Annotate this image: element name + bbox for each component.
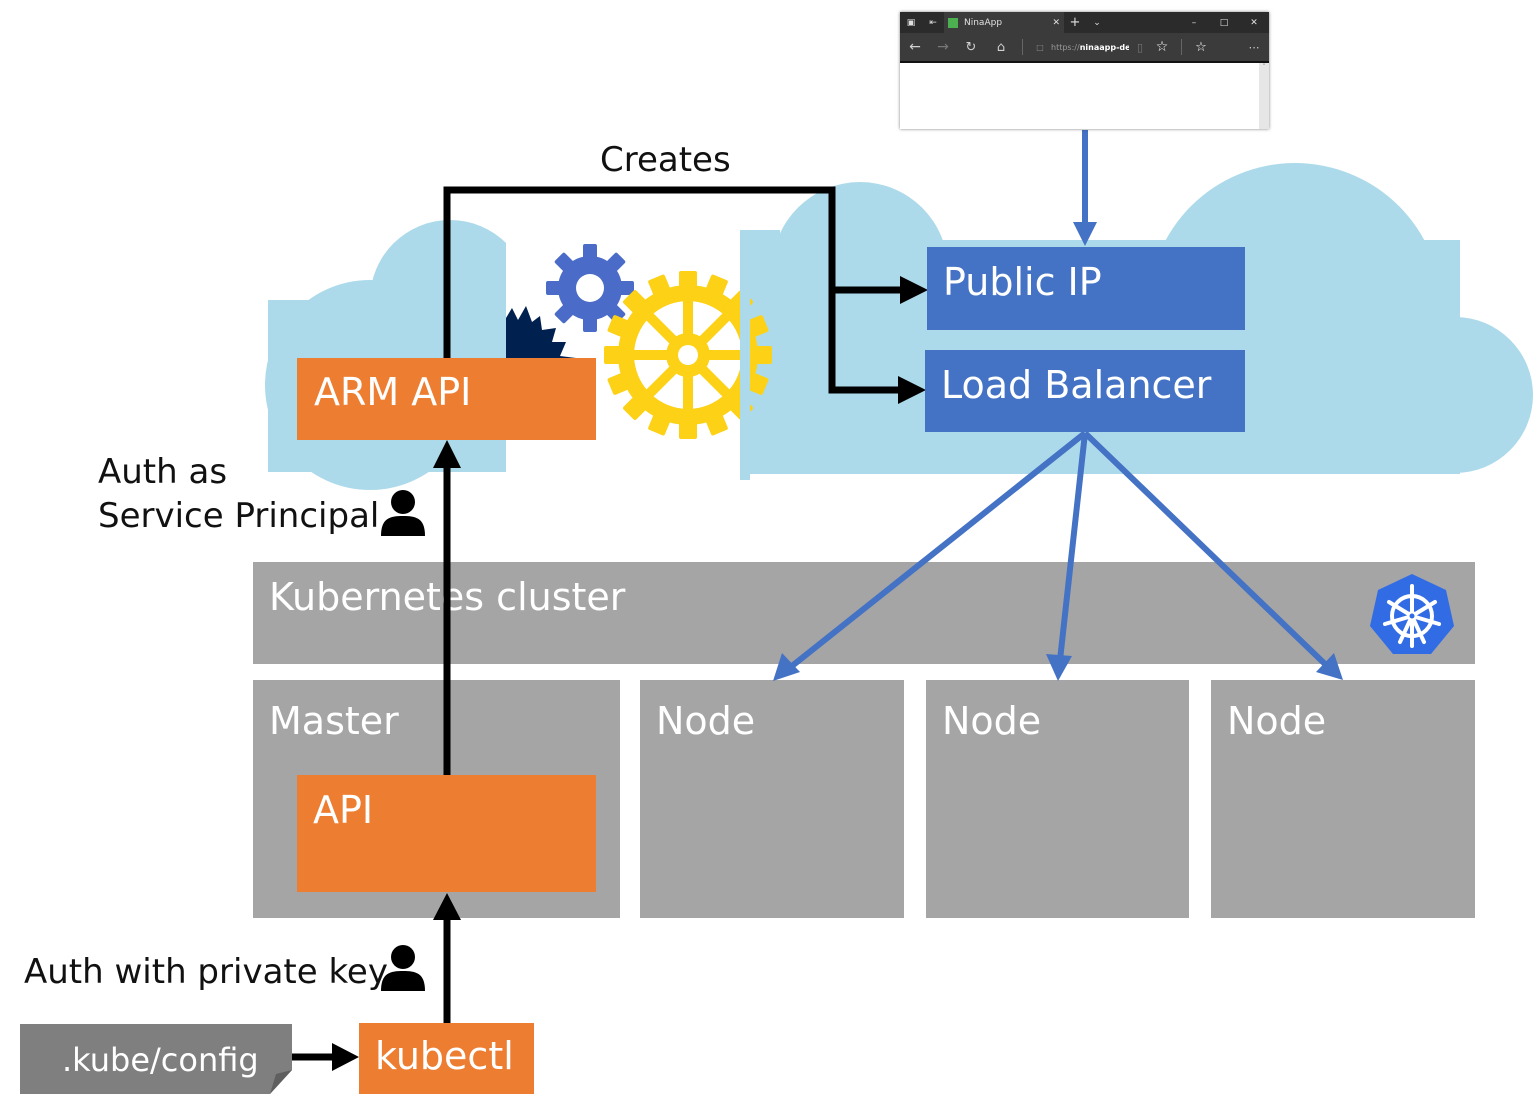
home-icon[interactable]: ⌂ [986,40,1016,55]
lock-icon: □ [1036,42,1044,52]
arm-api-box: ARM API [297,358,596,440]
kubernetes-cluster-label: Kubernetes cluster [269,575,626,619]
user-icon-private-key [381,945,425,991]
more-icon[interactable]: ⋯ [1239,41,1269,54]
tab-list-icon[interactable]: ⌄ [1086,18,1108,28]
url-host: ninaapp-dev [1079,42,1129,52]
browser-content [900,63,1259,129]
favorite-star-icon[interactable]: ☆ [1151,39,1173,55]
auth-private-key-label: Auth with private key [24,952,388,992]
arm-api-label: ARM API [314,370,472,414]
browser-window: ▣ ⇤ NinaApp ✕ + ⌄ – □ ✕ ← → ↻ ⌂ □ https:… [900,12,1269,129]
new-tab-icon[interactable]: + [1064,15,1086,30]
node-box: Node [1211,680,1475,918]
maximize-icon[interactable]: □ [1209,18,1239,28]
address-bar[interactable]: https://ninaapp-dev [1051,43,1129,52]
node-label: Node [1227,699,1327,743]
back-icon[interactable]: ← [900,39,930,55]
creates-label: Creates [600,140,731,180]
master-label: Master [269,699,399,743]
node-label: Node [942,699,1042,743]
public-ip-box: Public IP [927,247,1245,330]
reading-view-icon[interactable]: ▯ [1129,41,1151,54]
favorites-hub-icon[interactable]: ☆ [1190,40,1212,55]
tab-title: NinaApp [964,17,1003,28]
forward-icon[interactable]: → [930,39,956,55]
minimize-icon[interactable]: – [1179,18,1209,28]
browser-tab-bar: ▣ ⇤ NinaApp ✕ + ⌄ – □ ✕ [900,12,1269,33]
browser-scrollbar[interactable]: ˄ [1259,63,1269,129]
api-box: API [297,775,596,892]
public-ip-label: Public IP [943,260,1102,304]
node-box: Node [926,680,1189,918]
browser-tab[interactable]: NinaApp ✕ [944,12,1064,33]
window-close-icon[interactable]: ✕ [1239,18,1269,28]
auth-service-principal-label: Auth as Service Principal [98,450,379,538]
gear-mask [740,260,750,480]
refresh-icon[interactable]: ↻ [956,40,986,55]
api-label: API [313,788,374,832]
set-aside-icon[interactable]: ⇤ [922,18,944,28]
close-tab-icon[interactable]: ✕ [1052,18,1060,28]
app-favicon-icon [948,17,958,28]
scroll-up-icon[interactable]: ˄ [1262,63,1266,71]
diagram-canvas [265,130,1533,490]
node-label: Node [656,699,756,743]
kubectl-label: kubectl [375,1034,514,1078]
kubernetes-logo-icon [1370,574,1454,654]
tabs-icon[interactable]: ▣ [900,18,922,28]
kube-config-label: .kube/config [62,1041,259,1079]
auth-service-principal-line2: Service Principal [98,496,380,537]
browser-nav-bar: ← → ↻ ⌂ □ https://ninaapp-dev ▯ ☆ ☆ ⋯ [900,33,1269,63]
node-box: Node [640,680,904,918]
kubectl-box: kubectl [359,1023,534,1094]
url-prefix: https:// [1051,42,1080,52]
load-balancer-label: Load Balancer [941,363,1212,407]
auth-service-principal-line1: Auth as [98,452,228,492]
load-balancer-box: Load Balancer [925,350,1245,432]
user-icon-service-principal [381,490,425,536]
kubernetes-cluster-bar: Kubernetes cluster [253,562,1475,664]
